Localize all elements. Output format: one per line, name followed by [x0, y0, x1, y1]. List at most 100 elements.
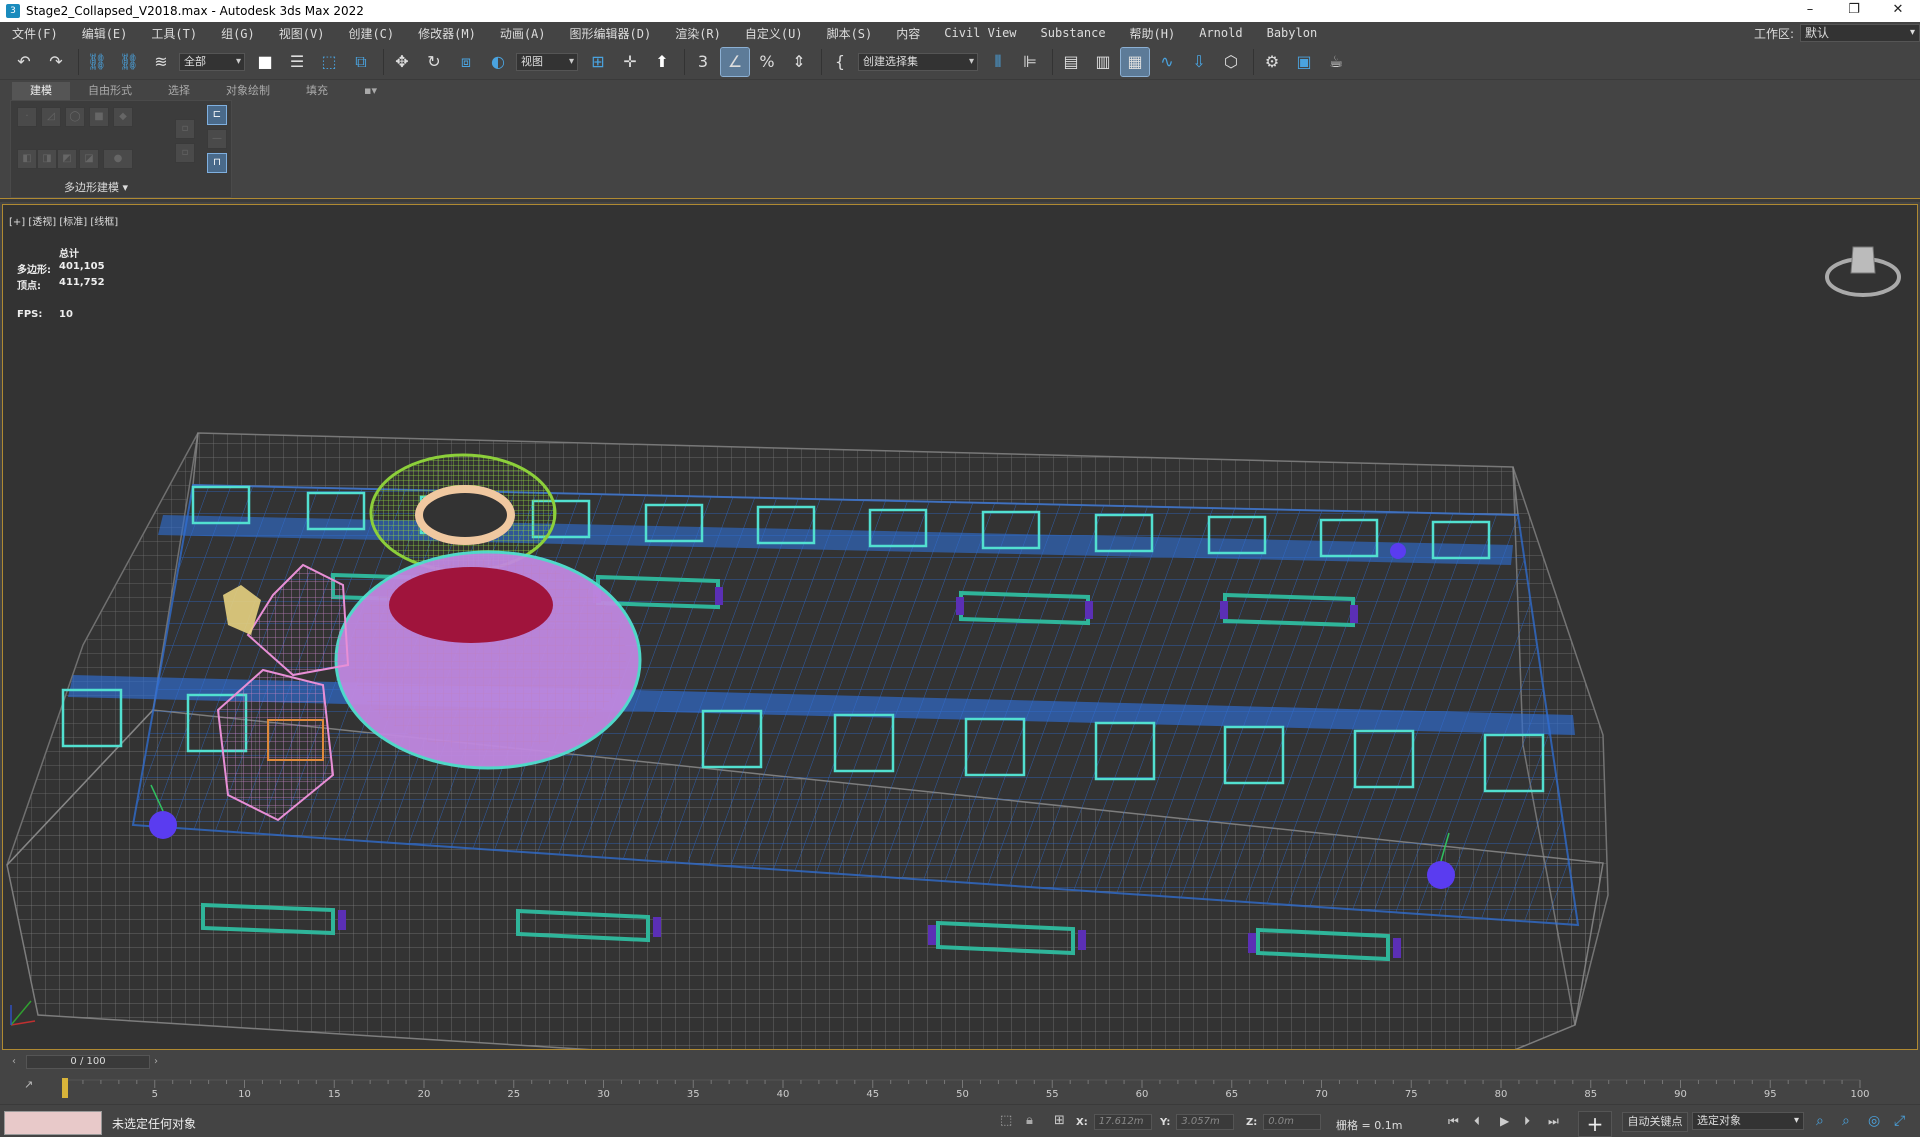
slider-prev-icon[interactable]: ‹ — [12, 1056, 16, 1067]
angle-snap-icon[interactable]: ∠ — [720, 46, 750, 77]
orbit-icon[interactable]: ◎ — [1868, 1113, 1880, 1129]
tab-selection[interactable]: 选择 — [150, 82, 208, 100]
stack-next-icon[interactable]: ◩ — [57, 149, 77, 169]
menu-graph-editors[interactable]: 图形编辑器(D) — [558, 25, 664, 42]
rendered-frame-window-icon[interactable]: ▣ — [1290, 48, 1318, 76]
coord-z-input[interactable]: 0.0m — [1263, 1114, 1322, 1130]
reference-coordinate-dropdown[interactable]: 视图 — [516, 52, 578, 71]
menu-rendering[interactable]: 渲染(R) — [663, 25, 733, 42]
material-editor-icon[interactable]: ⬡ — [1217, 48, 1245, 76]
move-icon[interactable]: ✥ — [388, 48, 416, 76]
wireframe-scene[interactable] — [3, 205, 1918, 1050]
maxscript-listener-swatch[interactable] — [4, 1111, 102, 1135]
select-object-icon[interactable]: ■ — [251, 48, 279, 76]
select-by-name-icon[interactable]: ☰ — [283, 48, 311, 76]
pivot-center-icon[interactable]: ⊞ — [584, 48, 612, 76]
menu-substance[interactable]: Substance — [1029, 26, 1118, 40]
set-key-icon[interactable]: + — [1578, 1111, 1612, 1137]
play-icon[interactable]: ▶ — [1500, 1114, 1509, 1128]
mirror-icon[interactable]: ⫴ — [984, 48, 1012, 76]
perspective-viewport[interactable]: [+] [透视] [标准] [线框] 总计 多边形: 401,105 顶点: 411… — [2, 204, 1918, 1050]
time-slider[interactable]: ‹ 0 / 100 › — [0, 1052, 1920, 1072]
maximize-viewport-icon[interactable]: ⤢ — [1894, 1113, 1905, 1129]
menu-group[interactable]: 组(G) — [209, 25, 267, 42]
vertex-mode-icon[interactable]: · — [17, 107, 37, 127]
render-production-icon[interactable]: ☕ — [1322, 48, 1350, 76]
ribbon-options-icon[interactable]: ▪▾ — [346, 82, 395, 100]
workspace-dropdown[interactable]: 默认 — [1800, 24, 1920, 42]
align-icon[interactable]: ⊫ — [1016, 48, 1044, 76]
bind-space-warp-icon[interactable]: ≋ — [147, 48, 175, 76]
scene-explorer-icon[interactable]: ▤ — [1057, 48, 1085, 76]
redo-icon[interactable]: ↷ — [42, 48, 70, 76]
snaps-toggle-icon[interactable]: 3 — [689, 48, 717, 76]
link-icon[interactable]: ⛓ — [83, 48, 111, 76]
spinner-snap-icon[interactable]: ⇕ — [785, 48, 813, 76]
scale-icon[interactable]: ⧈ — [452, 48, 480, 76]
tab-populate[interactable]: 填充 — [288, 82, 346, 100]
collapse-stack-icon[interactable]: ⊓ — [207, 153, 227, 173]
schematic-view-icon[interactable]: ⇩ — [1185, 48, 1213, 76]
show-end-result-icon[interactable]: ⊏ — [207, 105, 227, 125]
previous-frame-icon[interactable]: ⏴ — [1474, 1114, 1480, 1129]
menu-content[interactable]: 内容 — [884, 25, 932, 42]
menu-babylon[interactable]: Babylon — [1255, 26, 1330, 40]
viewcube-icon[interactable] — [1823, 235, 1903, 305]
menu-scripting[interactable]: 脚本(S) — [815, 25, 885, 42]
isolate-selection-icon[interactable]: ⬚ — [1000, 1113, 1012, 1128]
modify-mode-icon[interactable]: ◧ — [17, 149, 37, 169]
named-selection-set-dropdown[interactable]: 创建选择集 — [858, 52, 978, 71]
polygon-mode-icon[interactable]: ■ — [89, 107, 109, 127]
go-to-end-icon[interactable]: ⏭ — [1548, 1114, 1559, 1129]
unlink-icon[interactable]: ⛓ — [115, 48, 143, 76]
selection-filter-dropdown[interactable]: 全部 — [179, 52, 245, 71]
menu-civil-view[interactable]: Civil View — [932, 26, 1028, 40]
viewport-label[interactable]: [+] [透视] [标准] [线框] — [9, 213, 118, 228]
menu-tools[interactable]: 工具(T) — [139, 25, 209, 42]
menu-file[interactable]: 文件(F) — [0, 25, 70, 42]
minimize-button[interactable]: – — [1788, 0, 1832, 22]
edge-mode-icon[interactable]: ◿ — [41, 107, 61, 127]
undo-icon[interactable]: ↶ — [10, 48, 38, 76]
preview-off-icon[interactable]: ◪ — [79, 149, 99, 169]
layer-explorer-icon[interactable]: ▥ — [1089, 48, 1117, 76]
coord-x-input[interactable]: 17.612m — [1093, 1114, 1152, 1130]
ribbon-small-icon-b[interactable]: ▫ — [175, 143, 195, 163]
ribbon-toggle-icon[interactable]: ▦ — [1120, 46, 1150, 77]
menu-arnold[interactable]: Arnold — [1187, 26, 1254, 40]
auto-key-button[interactable]: 自动关键点 — [1622, 1112, 1688, 1132]
selection-lock-icon[interactable]: 🔒︎ — [1026, 1113, 1033, 1128]
restore-button[interactable]: ❐ — [1832, 0, 1876, 22]
absolute-mode-icon[interactable]: ⊞ — [1054, 1113, 1065, 1128]
go-to-start-icon[interactable]: ⏮ — [1448, 1114, 1459, 1129]
menu-views[interactable]: 视图(V) — [267, 25, 337, 42]
key-filter-dropdown[interactable]: 选定对象 — [1692, 1112, 1804, 1130]
menu-customize[interactable]: 自定义(U) — [733, 25, 815, 42]
track-bar[interactable]: ↗ 5 10 15 20 25 30 35 40 45 50 55 60 65 70 75 80 85 90 95 1… — [0, 1072, 1920, 1104]
curve-editor-icon[interactable]: ∿ — [1153, 48, 1181, 76]
menu-animation[interactable]: 动画(A) — [488, 25, 558, 42]
polygon-modeling-label[interactable]: 多边形建模 ▾ — [11, 179, 181, 195]
tab-freeform[interactable]: 自由形式 — [70, 82, 150, 100]
ribbon-small-icon-c[interactable]: — — [207, 129, 227, 149]
select-manipulate-icon[interactable]: ✛ — [616, 48, 644, 76]
keyboard-shortcut-override-icon[interactable]: ⬆ — [648, 48, 676, 76]
ribbon-small-icon-a[interactable]: ▫ — [175, 119, 195, 139]
coord-y-input[interactable]: 3.057m — [1176, 1114, 1235, 1130]
tab-modeling[interactable]: 建模 — [12, 82, 70, 100]
window-crossing-icon[interactable]: ⧉ — [347, 48, 375, 76]
stack-prev-icon[interactable]: ◨ — [37, 149, 57, 169]
slider-next-icon[interactable]: › — [154, 1056, 158, 1067]
menu-help[interactable]: 帮助(H) — [1118, 25, 1188, 42]
menu-create[interactable]: 创建(C) — [336, 25, 406, 42]
rotate-icon[interactable]: ↻ — [420, 48, 448, 76]
menu-edit[interactable]: 编辑(E) — [70, 25, 140, 42]
place-icon[interactable]: ◐ — [484, 48, 512, 76]
tab-object-paint[interactable]: 对象绘制 — [208, 82, 288, 100]
rect-selection-region-icon[interactable]: ⬚ — [315, 48, 343, 76]
border-mode-icon[interactable]: ◯ — [65, 107, 85, 127]
element-mode-icon[interactable]: ◆ — [113, 107, 133, 127]
percent-snap-icon[interactable]: % — [753, 48, 781, 76]
use-displacement-icon[interactable]: ● — [103, 149, 133, 169]
next-frame-icon[interactable]: ⏵ — [1524, 1114, 1530, 1129]
